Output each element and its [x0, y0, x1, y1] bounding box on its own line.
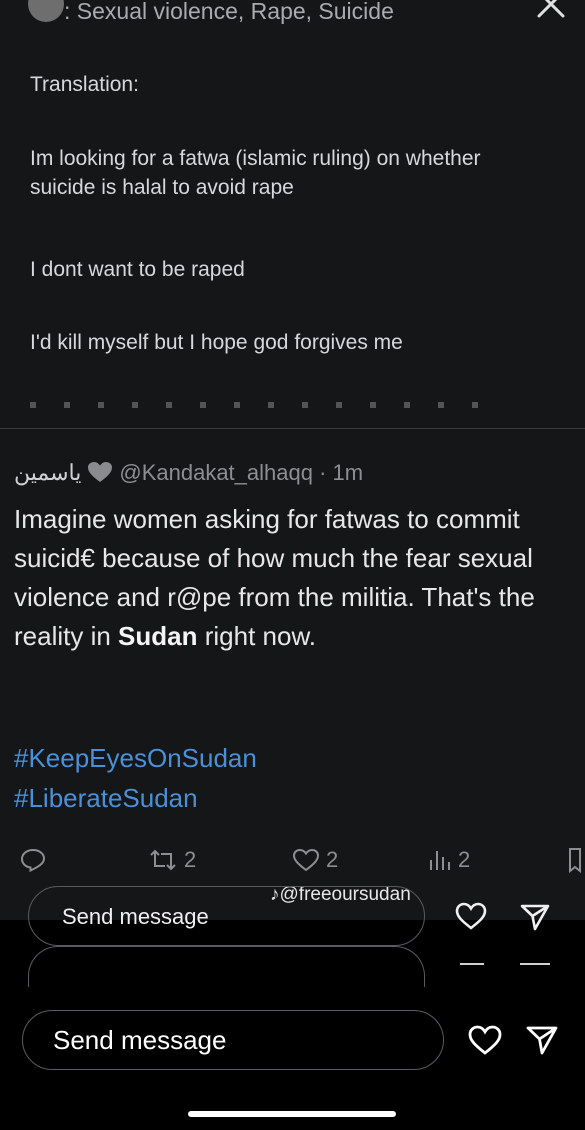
story-screenshot: : Sexual violence, Rape, Suicide Transla…: [0, 0, 585, 920]
cut-off-text: [30, 402, 490, 408]
avatar: [28, 0, 64, 22]
views-count: 2: [458, 847, 471, 872]
like-icon: [292, 848, 320, 872]
tweet-time: · 1m: [312, 460, 364, 485]
heart-icon[interactable]: [468, 1025, 502, 1055]
translation-line: I dont want to be raped: [30, 258, 245, 281]
inner-message-input-shadow: [28, 946, 425, 987]
author-handle[interactable]: @Kandakat_alhaqq: [119, 460, 313, 485]
close-icon[interactable]: [535, 0, 567, 20]
retweet-icon: [150, 849, 176, 871]
bookmark-icon: [569, 848, 581, 873]
translation-label: Translation:: [30, 73, 139, 96]
send-icon[interactable]: [526, 1024, 558, 1056]
home-indicator[interactable]: [188, 1111, 396, 1117]
translation-line: I'd kill myself but I hope god forgives …: [30, 331, 403, 354]
tweet-text-bold: Sudan: [118, 621, 198, 651]
views-button[interactable]: 2: [428, 840, 470, 880]
inner-send-message-placeholder: Send message: [62, 904, 209, 929]
inner-heart-icon[interactable]: [455, 902, 487, 930]
hashtag-link[interactable]: #KeepEyesOnSudan: [14, 738, 257, 778]
retweet-button[interactable]: 2: [148, 840, 196, 880]
inner-send-icon[interactable]: [520, 902, 550, 932]
hashtag-list: #KeepEyesOnSudan #LiberateSudan: [14, 738, 257, 818]
tweet-text: Imagine women asking for fatwas to commi…: [14, 500, 579, 656]
like-count: 2: [326, 847, 339, 872]
divider: [0, 428, 585, 429]
views-icon: [430, 851, 450, 870]
bookmark-button[interactable]: [566, 840, 582, 880]
translation-line: Im looking for a fatwa (islamic ruling) …: [30, 147, 481, 200]
cutoff-mark: [460, 963, 484, 965]
reply-icon: [20, 848, 46, 872]
author-name: ياسمين: [14, 460, 82, 485]
post-header: : Sexual violence, Rape, Suicide: [0, 0, 585, 28]
reply-button[interactable]: [20, 840, 46, 880]
retweet-count: 2: [184, 847, 197, 872]
send-message-placeholder: Send message: [53, 1025, 227, 1055]
content-warning-text: : Sexual violence, Rape, Suicide: [64, 0, 394, 24]
hashtag-link[interactable]: #LiberateSudan: [14, 778, 257, 818]
tweet-text-part: right now.: [197, 621, 317, 651]
tweet-author-row: ياسمين @Kandakat_alhaqq · 1m: [14, 460, 363, 486]
grey-heart-icon: [88, 462, 113, 482]
like-button[interactable]: 2: [292, 840, 338, 880]
tweet-actions: 2 2 2: [0, 840, 585, 880]
cutoff-mark: [520, 963, 550, 965]
